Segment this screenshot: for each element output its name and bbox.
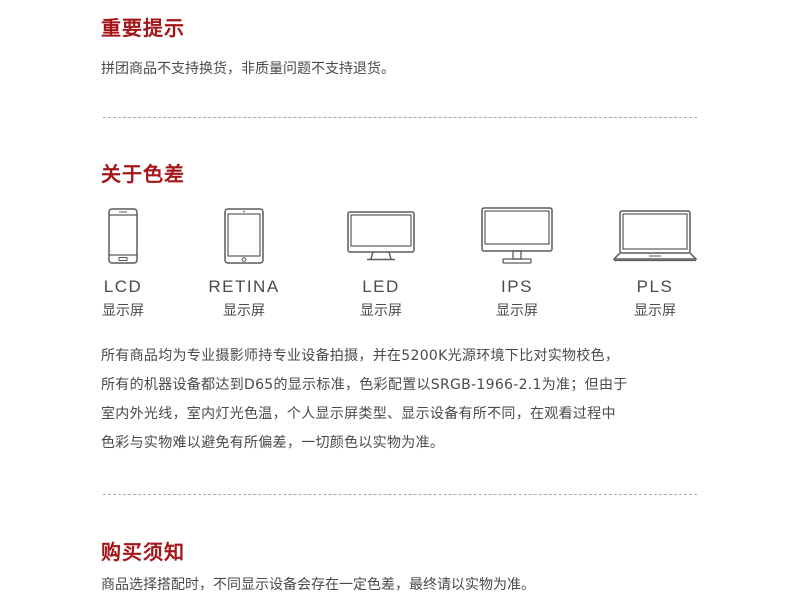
device-ips: IPS 显示屏 [457,205,577,320]
paragraph-line: 色彩与实物难以避免有所偏差，一切颜色以实物为准。 [101,435,445,451]
divider [103,494,697,495]
notice-title: 重要提示 [101,16,185,40]
purchase-notice-text: 商品选择搭配时，不同显示设备会存在一定色差，最终请以实物为准。 [101,577,535,593]
device-sub: 显示屏 [223,303,265,319]
color-difference-title: 关于色差 [101,162,185,186]
device-lcd: LCD 显示屏 [63,205,183,320]
device-name: LED [362,277,400,296]
device-sub: 显示屏 [360,303,402,319]
paragraph-line: 所有商品均为专业摄影师持专业设备拍摄，并在5200K光源环境下比对实物校色， [101,348,620,364]
device-pls: PLS 显示屏 [595,205,715,320]
device-led: LED 显示屏 [321,205,441,320]
paragraph-line: 所有的机器设备都达到D65的显示标准，色彩配置以SRGB-1966-2.1为准；… [101,377,628,393]
tablet-icon [224,208,264,264]
divider [103,117,697,118]
color-difference-description: 所有商品均为专业摄影师持专业设备拍摄，并在5200K光源环境下比对实物校色， 所… [101,342,701,458]
laptop-icon [613,210,697,262]
device-sub: 显示屏 [102,303,144,319]
device-sub: 显示屏 [496,303,538,319]
device-retina: RETINA 显示屏 [184,205,304,320]
notice-text: 拼团商品不支持换货，非质量问题不支持退货。 [101,61,395,77]
desktop-monitor-icon [347,211,415,261]
monitor-icon [481,207,553,264]
device-name: RETINA [208,277,280,296]
purchase-notice-title: 购买须知 [101,540,185,564]
device-list: LCD 显示屏 RETINA 显示屏 LED 显示屏 IPS 显示屏 PLS 显… [0,205,800,325]
device-name: PLS [636,277,674,296]
device-name: IPS [501,277,533,296]
device-name: LCD [103,277,143,296]
device-sub: 显示屏 [634,303,676,319]
smartphone-icon [108,208,138,264]
paragraph-line: 室内外光线，室内灯光色温，个人显示屏类型、显示设备有所不同，在观看过程中 [101,406,616,422]
